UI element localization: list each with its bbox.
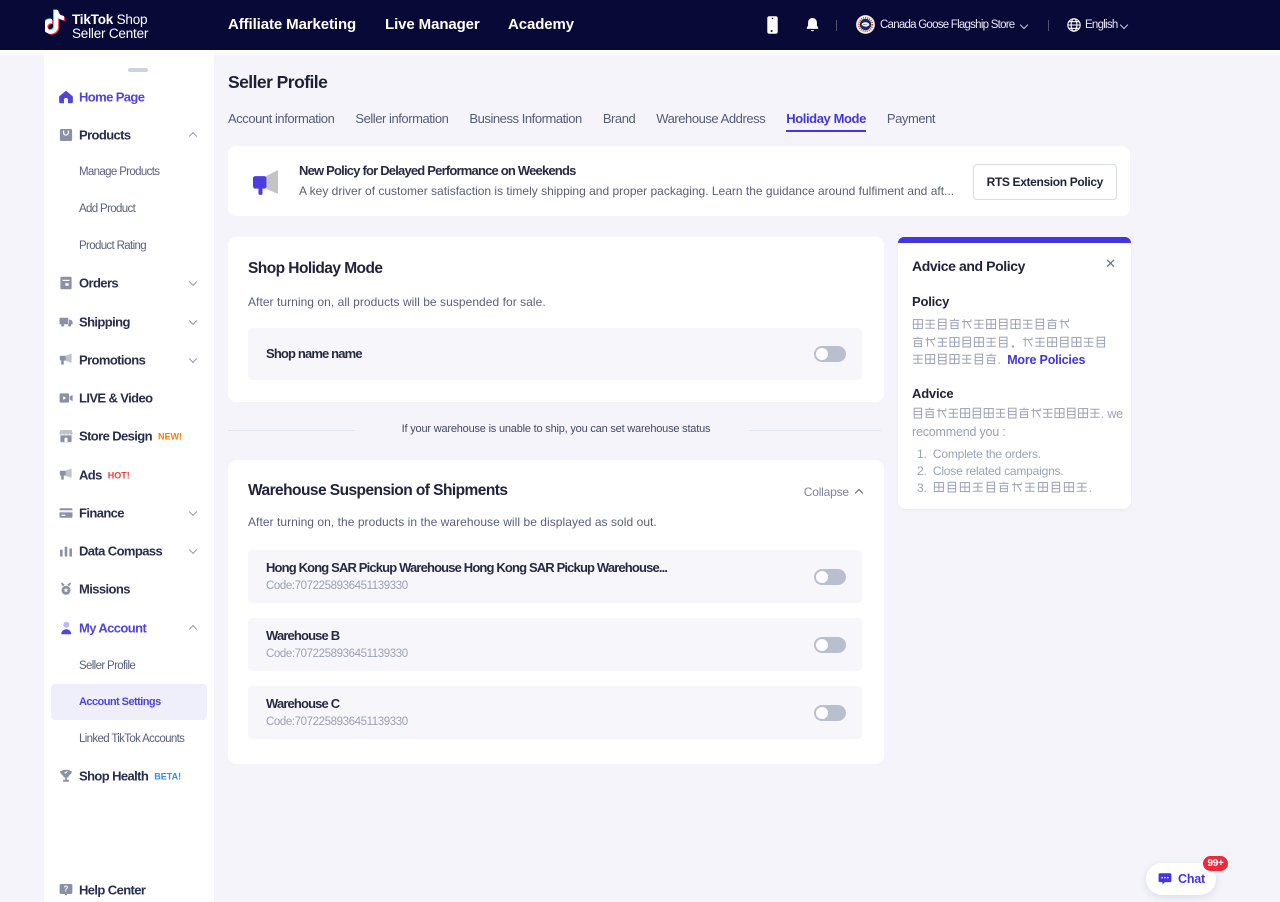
svg-text:?: ? (64, 885, 69, 894)
